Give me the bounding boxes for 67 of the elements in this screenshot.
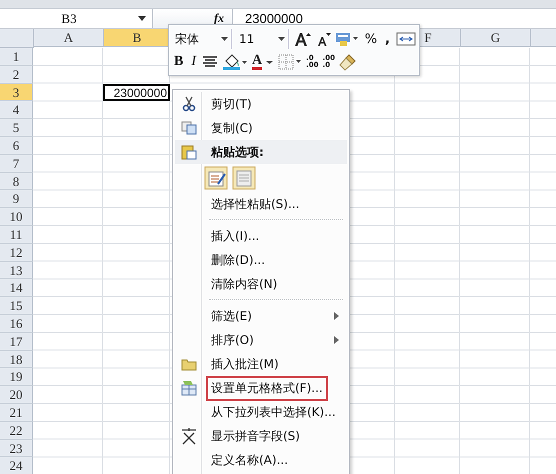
submenu-arrow-icon — [334, 336, 339, 344]
row-header[interactable]: 12 — [0, 244, 33, 262]
paste-option-icon[interactable] — [232, 166, 256, 190]
row-header[interactable]: 2 — [0, 66, 33, 84]
formula-field[interactable]: 23000000 — [233, 9, 556, 28]
row-header[interactable]: 22 — [0, 422, 33, 440]
submenu-arrow-icon — [334, 312, 339, 320]
align-center-icon[interactable] — [202, 55, 218, 69]
menu-item[interactable]: 选择性粘贴(S)... — [208, 194, 302, 214]
row-header[interactable]: 21 — [0, 404, 33, 422]
row-header[interactable]: 9 — [0, 190, 33, 208]
percent-button[interactable]: % — [362, 32, 380, 46]
pinyin-icon — [180, 427, 198, 445]
column-header[interactable]: A — [34, 29, 104, 47]
menu-item[interactable]: 显示拼音字段(S) — [208, 426, 303, 446]
selected-cell[interactable]: 23000000 — [103, 84, 170, 102]
row-header[interactable]: 1 — [0, 48, 33, 66]
comma-button[interactable]: , — [383, 32, 392, 46]
row-header[interactable]: 15 — [0, 297, 33, 315]
menu-item[interactable]: 筛选(E) — [208, 306, 255, 326]
row-header[interactable]: 19 — [0, 368, 33, 386]
row-header[interactable]: 13 — [0, 262, 33, 280]
font-dropdown[interactable]: 宋体 — [172, 29, 232, 49]
scissors-icon — [182, 96, 196, 112]
column-header[interactable]: G — [461, 29, 531, 47]
menu-item[interactable]: 复制(C) — [208, 118, 256, 138]
menu-item[interactable]: 插入(I)... — [208, 226, 262, 246]
row-header[interactable]: 20 — [0, 386, 33, 404]
menu-item[interactable]: 定义名称(A)... — [208, 450, 292, 470]
row-header[interactable]: 4 — [0, 101, 33, 120]
clipboard-icon — [181, 144, 197, 160]
grow-font-icon[interactable] — [292, 31, 311, 47]
menu-item[interactable]: 设置单元格格式(F)... — [208, 378, 326, 398]
menu-item[interactable]: 从下拉列表中选择(K)... — [208, 402, 339, 422]
copy-icon — [181, 121, 197, 135]
menu-item[interactable]: 排序(O) — [208, 330, 257, 350]
row-header[interactable]: 16 — [0, 314, 33, 333]
paste-option-icon[interactable] — [204, 166, 228, 190]
caret-icon — [278, 37, 285, 41]
fill-color-icon[interactable] — [222, 53, 248, 71]
row-header[interactable]: 14 — [0, 279, 33, 298]
row-header[interactable]: 6 — [0, 136, 33, 155]
row-header[interactable]: 11 — [0, 226, 33, 244]
menu-item[interactable]: 删除(D)... — [208, 250, 268, 270]
row-header[interactable]: 10 — [0, 208, 33, 226]
menu-item[interactable]: 清除内容(N) — [208, 274, 280, 294]
row-header[interactable]: 5 — [0, 119, 33, 137]
font-color-button[interactable]: A — [252, 54, 262, 70]
bold-button[interactable]: B — [172, 54, 186, 70]
row-header[interactable]: 18 — [0, 350, 33, 368]
menu-item[interactable]: 插入批注(M) — [208, 354, 282, 374]
caret-icon — [138, 16, 146, 21]
row-header[interactable]: 8 — [0, 172, 33, 190]
column-header[interactable]: B — [104, 29, 171, 47]
brush-icon[interactable] — [338, 53, 357, 71]
table-icon — [180, 380, 198, 396]
row-header[interactable]: 7 — [0, 154, 33, 173]
row-header[interactable]: 17 — [0, 332, 33, 351]
row-header[interactable]: 24 — [0, 457, 33, 474]
caret-icon — [221, 37, 228, 41]
folder-icon — [181, 357, 197, 371]
font-size-dropdown[interactable]: 11 — [236, 29, 289, 49]
row-header[interactable]: 23 — [0, 440, 33, 458]
merge-icon[interactable] — [396, 31, 416, 47]
menu-item[interactable]: 剪切(T) — [208, 94, 255, 114]
italic-button[interactable]: I — [189, 54, 198, 70]
row-header[interactable]: 3 — [0, 84, 33, 102]
